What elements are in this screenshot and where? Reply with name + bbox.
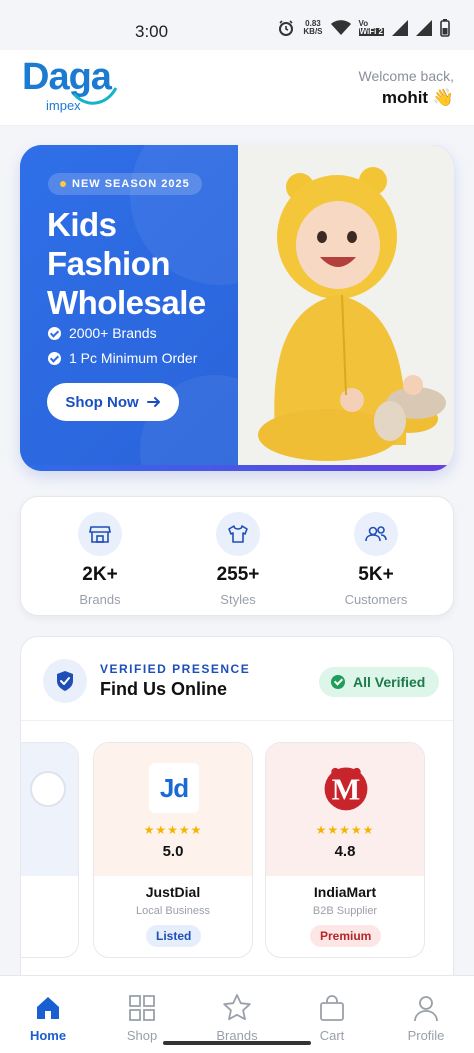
home-icon — [8, 992, 88, 1024]
signal-icon — [392, 20, 408, 36]
verified-title: Find Us Online — [100, 679, 228, 699]
username[interactable]: mohit 👋 — [359, 88, 454, 108]
platform-card-justdial[interactable]: Jd ★★★★★ 5.0 JustDial Local Business Lis… — [93, 742, 253, 958]
hero-title: Kids Fashion Wholesale — [47, 206, 206, 321]
grid-icon — [102, 992, 182, 1024]
status-icons: 0.83 KB/S Vo WiFi 2 — [277, 19, 450, 37]
nav-home[interactable]: Home — [8, 992, 88, 1043]
verified-header: VERIFIED PRESENCE Find Us Online All Ver… — [21, 637, 453, 721]
status-bar: 3:00 0.83 KB/S Vo WiFi 2 — [0, 0, 474, 50]
home-indicator[interactable] — [163, 1041, 311, 1045]
user-icon — [386, 992, 466, 1024]
arrow-right-icon — [146, 397, 160, 407]
wifi-icon — [330, 20, 351, 35]
season-badge: NEW SEASON 2025 — [48, 173, 202, 195]
svg-text:M: M — [332, 773, 361, 807]
star-icon — [197, 992, 277, 1024]
app-header: Daga impex Welcome back, mohit 👋 — [0, 50, 474, 126]
users-icon — [354, 512, 398, 556]
verified-kicker: VERIFIED PRESENCE — [100, 662, 251, 676]
shield-check-icon — [43, 659, 87, 703]
alarm-icon — [279, 20, 294, 36]
indiamart-logo: M — [321, 763, 371, 813]
status-badge: Listed — [146, 925, 202, 947]
nav-shop[interactable]: Shop — [102, 992, 182, 1043]
nav-profile[interactable]: Profile — [386, 992, 466, 1043]
net-speed: 0.83 KB/S — [303, 19, 323, 36]
nav-brands[interactable]: Brands — [197, 992, 277, 1043]
hero-feature: 1 Pc Minimum Order — [48, 350, 197, 366]
brand-logo[interactable]: Daga impex — [22, 58, 122, 118]
shop-now-button[interactable]: Shop Now — [47, 383, 179, 421]
hero-banner[interactable]: NEW SEASON 2025 Kids Fashion Wholesale 2… — [20, 145, 454, 471]
hero-text-panel: NEW SEASON 2025 Kids Fashion Wholesale 2… — [20, 145, 310, 471]
vowifi-icon: Vo WiFi 2 — [358, 19, 384, 36]
signal-icon — [416, 20, 432, 36]
stats-card: 2K+ Brands 255+ Styles 5K+ Customers — [20, 496, 454, 616]
hero-feature: 2000+ Brands — [48, 325, 157, 341]
justdial-logo: Jd — [149, 763, 199, 813]
status-badge: Premium — [310, 925, 382, 947]
welcome-text: Welcome back, — [358, 68, 454, 84]
stat-customers: 5K+ Customers — [316, 512, 436, 607]
hero-accent-bar — [20, 465, 454, 471]
store-icon — [78, 512, 122, 556]
stat-styles: 255+ Styles — [178, 512, 298, 607]
check-circle-icon — [48, 326, 61, 340]
check-circle-icon — [331, 675, 345, 689]
all-verified-badge: All Verified — [319, 667, 440, 697]
nav-cart[interactable]: Cart — [292, 992, 372, 1043]
status-time: 3:00 — [135, 22, 169, 41]
platform-card[interactable]: ★ e ss l — [21, 742, 79, 958]
hero-baby-image — [238, 145, 454, 467]
bag-icon — [292, 992, 372, 1024]
tshirt-icon — [216, 512, 260, 556]
stat-brands: 2K+ Brands — [40, 512, 160, 607]
platform-card-indiamart[interactable]: M ★★★★★ 4.8 IndiaMart B2B Supplier Premi… — [265, 742, 425, 958]
welcome-block: Welcome back, mohit 👋 — [359, 68, 454, 108]
verified-presence-section: VERIFIED PRESENCE Find Us Online All Ver… — [20, 636, 454, 986]
battery-icon — [440, 19, 450, 37]
check-circle-icon — [48, 351, 61, 365]
